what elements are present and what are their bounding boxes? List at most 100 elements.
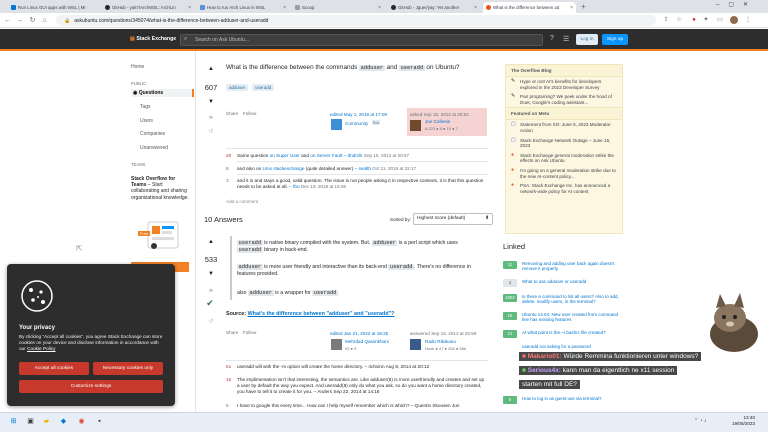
comment-user[interactable]: – sealth bbox=[353, 166, 371, 171]
browser-tab[interactable]: Run Linux GUI apps with WSL | Mi× bbox=[8, 2, 88, 13]
answer-text: also bbox=[237, 290, 248, 296]
share-link[interactable]: Share bbox=[226, 330, 238, 335]
back-icon[interactable]: ← bbox=[3, 16, 12, 25]
edited-link[interactable]: edited Jan 21, 2022 at 18:25 bbox=[330, 331, 388, 336]
nav-questions[interactable]: ◉ Questions bbox=[131, 89, 194, 97]
profile-avatar[interactable] bbox=[730, 16, 738, 24]
linked-question[interactable]: 21 At what point is the ~/.bashrc file cr… bbox=[503, 330, 623, 338]
window-controls[interactable]: –▢✕ bbox=[716, 1, 757, 8]
cookie-policy-link[interactable]: Cookie Policy bbox=[27, 346, 55, 351]
add-comment-link[interactable]: Add a comment bbox=[226, 199, 258, 204]
answerer-name[interactable]: Radu Rădeanu bbox=[425, 339, 456, 344]
tag-adduser[interactable]: adduser bbox=[226, 84, 249, 91]
asker-name[interactable]: Joe Cafiesin bbox=[425, 119, 450, 124]
file-explorer-icon[interactable]: ▰ bbox=[41, 416, 52, 427]
bookmark-icon[interactable]: ⚑ bbox=[206, 115, 216, 122]
close-icon[interactable]: × bbox=[186, 5, 191, 11]
linked-title: Removing and adding user back again does… bbox=[522, 261, 615, 272]
sidebar-icon[interactable]: ▭ bbox=[716, 16, 724, 24]
meta-item[interactable]: ● PSA: Stack Exchange Inc. has announced … bbox=[506, 181, 622, 196]
close-icon[interactable]: × bbox=[568, 5, 573, 11]
bookmark-icon[interactable]: ⚑ bbox=[206, 288, 216, 295]
tray-icons[interactable]: ⌃ ◔ ♪ bbox=[694, 418, 707, 424]
login-button[interactable]: Log in bbox=[576, 34, 598, 45]
reload-icon[interactable]: ↻ bbox=[28, 16, 37, 25]
upvote-button[interactable]: ▲ bbox=[206, 66, 216, 72]
stack-exchange-logo[interactable]: ▤ Stack Exchange bbox=[130, 36, 176, 42]
divider bbox=[226, 148, 488, 149]
meta-item[interactable]: ▢ Stack Exchange Network Outage – June 15… bbox=[506, 136, 622, 151]
blog-item[interactable]: ✎ Hype or not! AI's benefits for develope… bbox=[506, 77, 622, 92]
site-switcher-icon[interactable]: ☰ bbox=[563, 35, 569, 43]
comment-user[interactable]: – đndrzik bbox=[342, 153, 363, 158]
home-icon[interactable]: ⌂ bbox=[40, 16, 49, 25]
upvote-button[interactable]: ▲ bbox=[206, 239, 216, 245]
linked-question[interactable]: useradd not asking for a password bbox=[503, 344, 623, 349]
comment-link[interactable]: Unix stackexchange bbox=[263, 166, 305, 171]
accept-cookies-button[interactable]: Accept all cookies bbox=[19, 362, 89, 375]
nav-tags[interactable]: Tags bbox=[140, 104, 151, 110]
linked-question[interactable]: 11 Removing and adding user back again do… bbox=[503, 261, 623, 272]
new-tab-button[interactable]: + bbox=[581, 2, 586, 11]
browser-tab[interactable]: How to run Arch Linux in WSL × bbox=[197, 2, 289, 13]
close-icon[interactable]: × bbox=[376, 5, 381, 11]
meta-item[interactable]: ● Stack Exchange general moderation strik… bbox=[506, 151, 622, 166]
nav-home[interactable]: Home bbox=[131, 64, 144, 70]
source-link[interactable]: What's the difference between "adduser" … bbox=[248, 311, 395, 317]
linked-question[interactable]: 5 How to log in as guest use via terminal… bbox=[503, 396, 623, 404]
search-input[interactable]: Search on Ask Ubuntu... bbox=[180, 34, 543, 46]
clock[interactable]: 13:40 19/06/2023 bbox=[725, 415, 755, 427]
bookmark-icon[interactable]: ☆ bbox=[675, 16, 683, 24]
title-text: on Ubuntu? bbox=[424, 64, 460, 71]
edited-link[interactable]: edited May 1, 2018 at 17:09 bbox=[330, 112, 387, 117]
browser-tab[interactable]: Scoop × bbox=[292, 2, 384, 13]
forward-icon[interactable]: → bbox=[15, 16, 24, 25]
comment-text: useradd will with the -m option will cre… bbox=[237, 364, 430, 369]
comment-link[interactable]: on Super User bbox=[270, 153, 300, 158]
follow-link[interactable]: Follow bbox=[243, 330, 256, 335]
linked-question[interactable]: 1 What to use adduser or useradd bbox=[503, 279, 623, 287]
customize-cookies-button[interactable]: Customize settings bbox=[19, 380, 163, 393]
history-icon[interactable]: ↺ bbox=[206, 128, 216, 135]
menu-icon[interactable]: ⋮ bbox=[744, 16, 752, 24]
meta-item[interactable]: ▢ Statement from SO: June 5, 2023 Moderat… bbox=[506, 120, 622, 135]
nav-companies[interactable]: Companies bbox=[140, 131, 165, 137]
close-icon[interactable]: × bbox=[472, 5, 477, 11]
editor-name[interactable]: Mehrdad Qasimkhani bbox=[345, 339, 389, 344]
chrome-icon[interactable]: ◉ bbox=[76, 416, 87, 427]
editor-name[interactable]: Community bbox=[345, 121, 368, 126]
tag-useradd[interactable]: useradd bbox=[252, 84, 275, 91]
share-link[interactable]: Share bbox=[226, 111, 238, 116]
follow-link[interactable]: Follow bbox=[243, 111, 256, 116]
close-icon[interactable]: × bbox=[281, 5, 286, 11]
windows-start-icon[interactable]: ⊞ bbox=[8, 416, 19, 427]
downvote-button[interactable]: ▼ bbox=[206, 99, 216, 105]
nav-unanswered[interactable]: Unanswered bbox=[140, 145, 168, 151]
nav-users[interactable]: Users bbox=[140, 118, 153, 124]
necessary-cookies-button[interactable]: Necessary cookies only bbox=[93, 362, 163, 375]
downvote-button[interactable]: ▼ bbox=[206, 271, 216, 277]
browser-tab[interactable]: GitHub - Jguer/yay: Yet another × bbox=[388, 2, 480, 13]
share-icon[interactable]: ⇪ bbox=[662, 16, 670, 24]
linked-question[interactable]: 16 Ubuntu 14.04: New user created from co… bbox=[503, 312, 623, 323]
store-icon[interactable]: ◆ bbox=[58, 416, 69, 427]
extensions-icon[interactable]: ✦ bbox=[702, 16, 710, 24]
sort-select[interactable]: Highest score (default) ⬍ bbox=[413, 213, 493, 225]
extension-icon[interactable]: ● bbox=[690, 16, 698, 24]
blog-item[interactable]: ✎ Pair programing? We peek under the hood… bbox=[506, 92, 622, 107]
meta-item[interactable]: ● I'm going on a general moderation strik… bbox=[506, 166, 622, 181]
browser-tab-active[interactable]: What is the difference between ad × bbox=[483, 2, 576, 13]
help-icon[interactable]: ? bbox=[550, 35, 554, 42]
url-bar[interactable]: 🔒 askubuntu.com/questions/345074/what-is-… bbox=[56, 15, 656, 26]
comment: and also on Unix stackexchange (quite de… bbox=[237, 166, 487, 172]
asked-date: asked Sep 15, 2013 at 20:52 bbox=[410, 112, 469, 117]
signup-button[interactable]: Sign up bbox=[602, 34, 628, 45]
terminal-icon[interactable]: ▪ bbox=[94, 416, 105, 427]
browser-tab[interactable]: GitHub - yuk7/ArchWSL: ArchLin × bbox=[102, 2, 194, 13]
task-view-icon[interactable]: ▣ bbox=[25, 416, 36, 427]
comment-user[interactable]: – fbo bbox=[288, 184, 299, 189]
close-icon[interactable]: × bbox=[85, 5, 88, 11]
linked-question[interactable]: 1002 Is there a command to list all users… bbox=[503, 294, 623, 305]
history-icon[interactable]: ↺ bbox=[206, 318, 216, 325]
comment-link[interactable]: on Server Fault bbox=[310, 153, 342, 158]
